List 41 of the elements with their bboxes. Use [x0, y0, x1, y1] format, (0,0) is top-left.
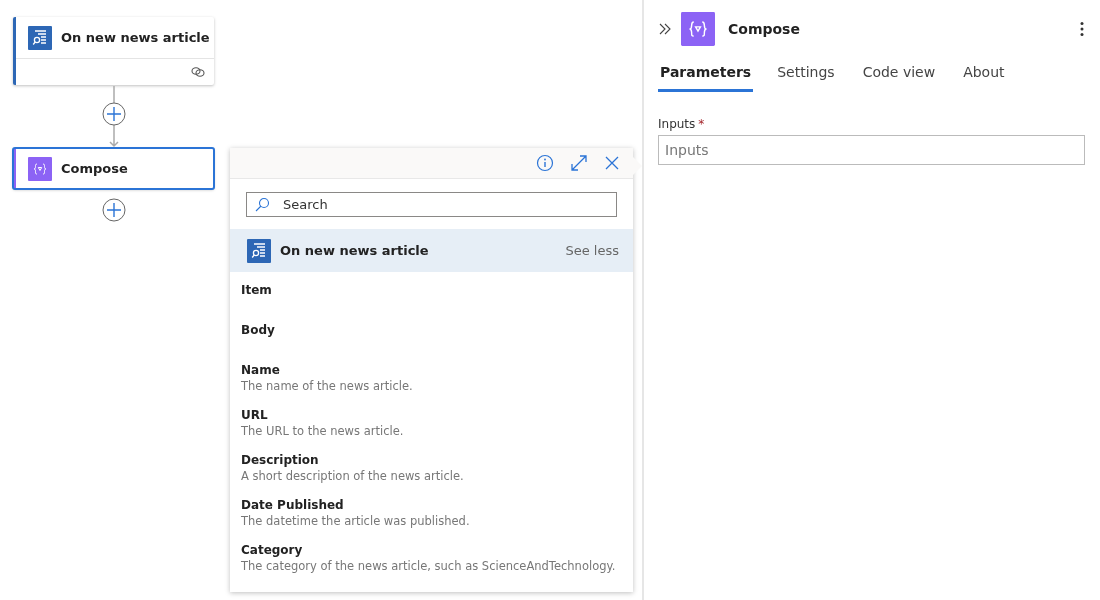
token-name[interactable]: Name — [241, 362, 622, 378]
more-icon[interactable] — [1079, 21, 1085, 37]
expand-icon[interactable] — [570, 154, 588, 172]
token-name[interactable]: Date Published — [241, 497, 622, 513]
token-description: The category of the news article, such as ScienceAndTechnology. — [241, 558, 617, 574]
token-description: A short description of the news article. — [241, 468, 465, 484]
tab[interactable]: Settings — [765, 60, 847, 92]
token-description: The URL to the news article. — [241, 423, 405, 439]
action-card[interactable]: On new news article — [13, 17, 214, 85]
token-name[interactable]: Body — [241, 322, 622, 338]
token-name[interactable]: Description — [241, 452, 622, 468]
tab[interactable]: Code view — [850, 60, 948, 92]
close-icon[interactable] — [604, 155, 620, 171]
card-title: On new news article — [61, 30, 210, 45]
token-name[interactable]: Item — [241, 282, 622, 298]
action-card[interactable]: Compose — [13, 148, 214, 189]
token-name[interactable]: Category — [241, 542, 622, 558]
see-less-link[interactable]: See less — [565, 243, 619, 258]
group-header[interactable]: On new news article See less — [230, 229, 633, 272]
link-icon — [191, 66, 205, 78]
panel-title: Compose — [728, 21, 801, 37]
tab[interactable]: About — [951, 60, 1017, 92]
inputs-field[interactable]: Inputs — [658, 135, 1085, 165]
search-icon — [254, 197, 270, 213]
add-step-icon[interactable] — [102, 198, 126, 222]
token-description: The name of the news article. — [241, 378, 414, 394]
news-icon — [247, 238, 271, 263]
collapse-icon[interactable] — [658, 22, 672, 36]
info-icon[interactable] — [536, 154, 554, 172]
token-name[interactable]: URL — [241, 407, 622, 423]
compose-icon — [681, 12, 715, 46]
token-description: The datetime the article was published. — [241, 513, 471, 529]
required-mark: * — [698, 117, 705, 131]
field-label: Inputs * — [658, 117, 706, 131]
add-step-icon[interactable] — [102, 102, 126, 126]
tab[interactable]: Parameters — [658, 60, 754, 92]
compose-icon — [28, 156, 52, 181]
news-icon — [28, 25, 52, 50]
group-title: On new news article — [280, 243, 430, 258]
card-title: Compose — [61, 161, 128, 176]
search-field[interactable]: Search — [246, 192, 617, 217]
